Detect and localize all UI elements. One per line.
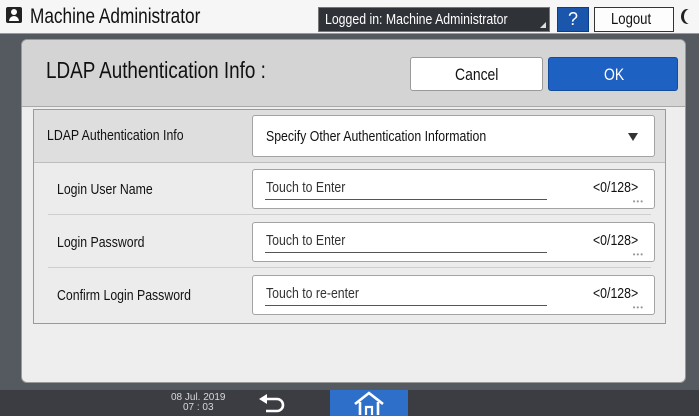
settings-panel: LDAP Authentication Info Specify Other A…: [33, 109, 666, 324]
ldap-auth-info-row: LDAP Authentication Info Specify Other A…: [34, 110, 665, 163]
login-status-text: Logged in: Machine Administrator: [325, 11, 508, 28]
dialog-header: LDAP Authentication Info : Cancel OK: [22, 40, 685, 107]
ok-label: OK: [604, 65, 625, 84]
login-status-box[interactable]: Logged in: Machine Administrator: [318, 7, 550, 32]
logout-button[interactable]: Logout: [594, 7, 674, 32]
select-value: Specify Other Authentication Information: [266, 128, 487, 145]
login-user-name-row: Login User Name Touch to Enter <0/128> •…: [34, 163, 665, 215]
admin-title: Machine Administrator: [30, 5, 201, 28]
login-password-row: Login Password Touch to Enter <0/128> ••…: [34, 216, 665, 268]
confirm-login-password-label: Confirm Login Password: [57, 287, 191, 304]
cancel-label: Cancel: [455, 65, 499, 84]
login-password-input[interactable]: Touch to Enter <0/128> •••: [252, 222, 655, 262]
more-dots-icon: •••: [632, 250, 644, 259]
cancel-button[interactable]: Cancel: [410, 57, 543, 91]
dialog-title: LDAP Authentication Info :: [46, 57, 266, 83]
input-placeholder: Touch to re-enter: [266, 285, 359, 302]
dropdown-arrow-icon: [628, 133, 638, 141]
ldap-auth-info-select[interactable]: Specify Other Authentication Information: [252, 115, 655, 157]
moon-icon[interactable]: [684, 9, 696, 24]
confirm-login-password-input[interactable]: Touch to re-enter <0/128> •••: [252, 275, 655, 315]
confirm-login-password-row: Confirm Login Password Touch to re-enter…: [34, 269, 665, 321]
char-counter: <0/128>: [593, 179, 639, 196]
ldap-auth-dialog: LDAP Authentication Info : Cancel OK LDA…: [21, 39, 686, 383]
input-placeholder: Touch to Enter: [266, 232, 346, 249]
login-password-label: Login Password: [57, 234, 145, 251]
help-button[interactable]: ?: [557, 7, 589, 32]
login-user-name-input[interactable]: Touch to Enter <0/128> •••: [252, 169, 655, 209]
login-user-name-label: Login User Name: [57, 181, 153, 198]
home-button[interactable]: [330, 390, 408, 416]
logout-label: Logout: [611, 11, 652, 28]
input-placeholder: Touch to Enter: [266, 179, 346, 196]
char-counter: <0/128>: [593, 232, 639, 249]
back-icon[interactable]: [256, 393, 290, 413]
char-counter: <0/128>: [593, 285, 639, 302]
date-time: 08 Jul. 2019 07 : 03: [171, 393, 226, 413]
ldap-auth-info-label: LDAP Authentication Info: [47, 127, 184, 144]
top-bar: Machine Administrator Logged in: Machine…: [0, 0, 699, 34]
bottom-bar: 08 Jul. 2019 07 : 03: [0, 390, 699, 416]
time-text: 07 : 03: [182, 402, 214, 413]
expand-corner-icon: [540, 22, 546, 28]
user-icon: [6, 7, 22, 23]
more-dots-icon: •••: [632, 303, 644, 312]
ok-button[interactable]: OK: [548, 57, 678, 91]
home-icon: [354, 391, 384, 415]
more-dots-icon: •••: [632, 197, 644, 206]
